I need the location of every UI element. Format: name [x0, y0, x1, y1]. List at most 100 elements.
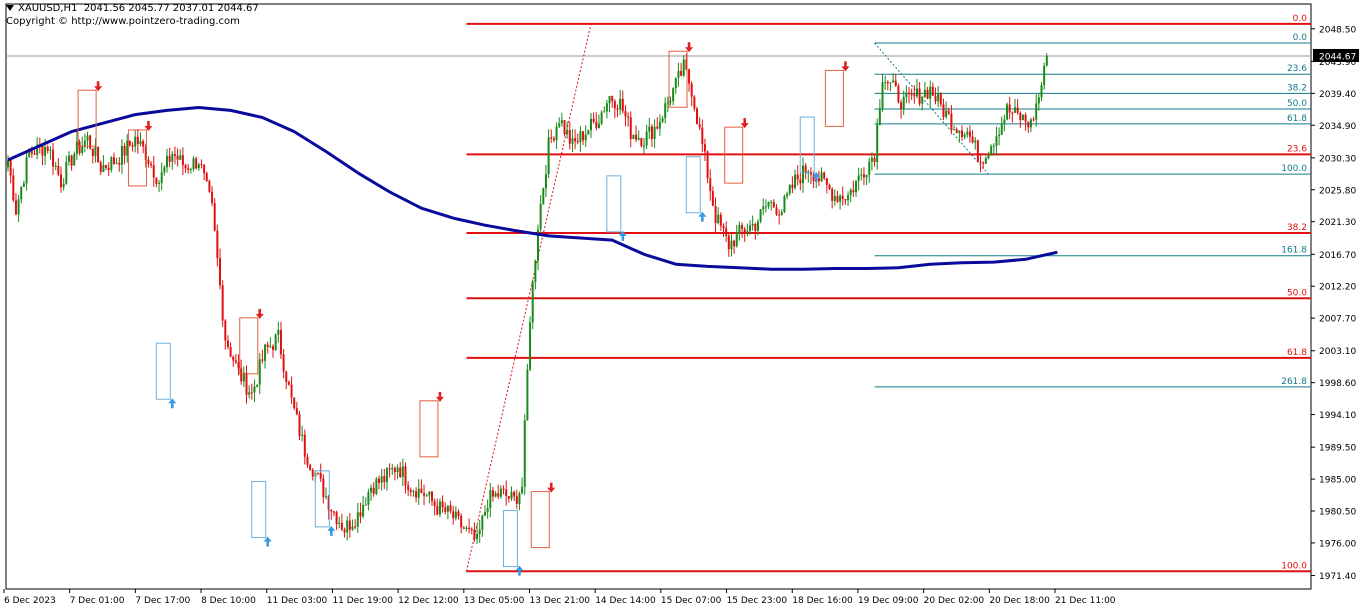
fibo-level-label: 100.0 — [1281, 164, 1307, 174]
price-tick-label: 2012.20 — [1319, 283, 1356, 293]
fibo-level-label: 38.2 — [1287, 223, 1307, 233]
candle-body — [780, 211, 783, 215]
candle-body — [725, 228, 728, 236]
candle-body — [669, 101, 672, 103]
candle-body — [433, 501, 436, 507]
candle-body — [775, 207, 778, 215]
price-chart[interactable]: 0.0 23.6 38.2 50.0 61.8 100.0 0.0 23.6 38.2 50.0 6… — [0, 0, 1365, 614]
candle-body — [762, 206, 765, 210]
candle-body — [526, 369, 529, 421]
fibo-level-label: 61.8 — [1287, 114, 1307, 124]
candle-body — [17, 199, 20, 215]
candle-body — [1037, 97, 1040, 104]
candle-body — [804, 165, 807, 173]
current-price-label: 2044.67 — [1319, 52, 1356, 62]
candle-body — [507, 496, 510, 499]
candle-body — [950, 113, 953, 130]
candle-body — [539, 203, 542, 230]
signal-arrows — [77, 42, 850, 576]
candle-body — [889, 82, 892, 84]
candle-body — [767, 202, 770, 207]
candle-body — [362, 504, 365, 517]
candle-body — [317, 472, 320, 474]
candle-body — [992, 145, 995, 147]
candle-body — [955, 129, 958, 133]
candle-body — [841, 195, 844, 199]
candle-body — [290, 384, 293, 398]
candle-body — [412, 491, 415, 493]
candle-body — [41, 145, 44, 156]
candle-body — [78, 141, 81, 153]
candle-body — [391, 468, 394, 470]
candle-body — [65, 161, 68, 184]
candle-body — [910, 94, 913, 96]
time-tick-label: 18 Dec 16:00 — [792, 596, 853, 606]
price-tick-label: 1994.10 — [1319, 411, 1356, 421]
candle-body — [756, 221, 759, 231]
price-tick-label: 2021.30 — [1319, 218, 1356, 228]
candle-body — [680, 70, 683, 76]
candle-body — [1021, 114, 1024, 121]
candle-body — [892, 80, 895, 83]
candle-body — [205, 173, 208, 182]
candle-body — [884, 82, 887, 84]
candle-body — [786, 193, 789, 197]
candle-body — [115, 162, 118, 164]
candle-body — [245, 372, 248, 395]
candle-body — [46, 146, 49, 151]
signal-box — [419, 400, 439, 458]
candle-body — [277, 329, 280, 335]
signal-box — [824, 69, 844, 127]
candle-body — [83, 140, 86, 146]
candle-body — [197, 164, 200, 169]
candle-body — [664, 103, 667, 119]
candle-body — [266, 344, 269, 348]
price-tick-label: 1998.60 — [1319, 379, 1356, 389]
candle-body — [224, 320, 227, 341]
candle-body — [462, 527, 465, 529]
candle-body — [783, 196, 786, 212]
candle-body — [605, 103, 608, 112]
candle-body — [942, 104, 945, 117]
candle-body — [971, 136, 974, 143]
candle-body — [187, 168, 190, 171]
candle-body — [213, 202, 216, 231]
candle-body — [1045, 55, 1048, 66]
candle-body — [653, 126, 656, 139]
fibonacci-levels: 0.0 23.6 38.2 50.0 61.8 100.0 0.0 23.6 38.2 50.0 6… — [465, 14, 1311, 573]
candle-body — [97, 146, 100, 163]
candle-body — [976, 140, 979, 162]
time-tick-label: 13 Dec 05:00 — [464, 596, 525, 606]
candle-body — [356, 512, 359, 527]
candle-body — [54, 165, 57, 167]
candle-body — [25, 157, 28, 184]
fibo-level-label: 161.8 — [1281, 246, 1307, 256]
candle-body — [441, 501, 444, 508]
signal-box — [155, 342, 171, 400]
candle-body — [563, 120, 566, 134]
candle-body — [990, 146, 993, 154]
candle-body — [730, 240, 733, 250]
candle-body — [221, 285, 224, 321]
candle-body — [1035, 103, 1038, 120]
candle-body — [184, 165, 187, 169]
candle-body — [380, 476, 383, 483]
candle-body — [674, 77, 677, 89]
candle-body — [754, 223, 757, 231]
candle-body — [560, 120, 563, 124]
candle-body — [552, 138, 555, 141]
candle-body — [693, 96, 696, 109]
candle-body — [690, 83, 693, 97]
candle-body — [338, 522, 341, 525]
candle-body — [332, 511, 335, 513]
candle-body — [735, 232, 738, 247]
candle-body — [688, 69, 691, 84]
price-tick-label: 2025.80 — [1319, 186, 1356, 196]
candle-body — [1003, 119, 1006, 124]
candle-body — [14, 200, 17, 215]
candle-body — [388, 468, 391, 470]
signal-box — [606, 175, 622, 233]
candle-body — [478, 529, 481, 534]
price-tick-label: 1985.00 — [1319, 476, 1356, 486]
candle-body — [457, 511, 460, 516]
